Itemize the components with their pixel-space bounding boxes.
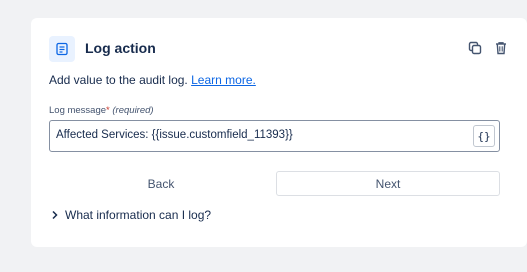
log-message-input[interactable]: Affected Services: {{issue.customfield_1… bbox=[49, 120, 500, 152]
next-button[interactable]: Next bbox=[276, 171, 500, 196]
card-header: Log action bbox=[49, 36, 509, 62]
description: Add value to the audit log. Learn more. bbox=[49, 73, 256, 87]
audit-log-icon bbox=[49, 36, 75, 62]
expander-label: What information can I log? bbox=[65, 208, 212, 222]
smart-value-button[interactable]: {} bbox=[473, 125, 495, 147]
log-message-label: Log message* (required) bbox=[49, 105, 154, 116]
description-text: Add value to the audit log. bbox=[49, 73, 188, 87]
required-text: (required) bbox=[112, 105, 154, 116]
label-text: Log message bbox=[49, 105, 107, 116]
info-expander[interactable]: What information can I log? bbox=[51, 208, 211, 222]
chevron-right-icon bbox=[52, 210, 58, 220]
card-title: Log action bbox=[85, 40, 156, 56]
trash-icon[interactable] bbox=[493, 40, 509, 56]
learn-more-link[interactable]: Learn more. bbox=[191, 73, 256, 87]
header-actions bbox=[467, 40, 509, 56]
back-button[interactable]: Back bbox=[49, 171, 273, 196]
log-message-value[interactable]: Affected Services: {{issue.customfield_1… bbox=[56, 129, 293, 141]
log-action-card: Log action Add value to the audit log. L… bbox=[31, 18, 527, 247]
copy-icon[interactable] bbox=[467, 40, 483, 56]
required-star: * bbox=[106, 105, 110, 116]
